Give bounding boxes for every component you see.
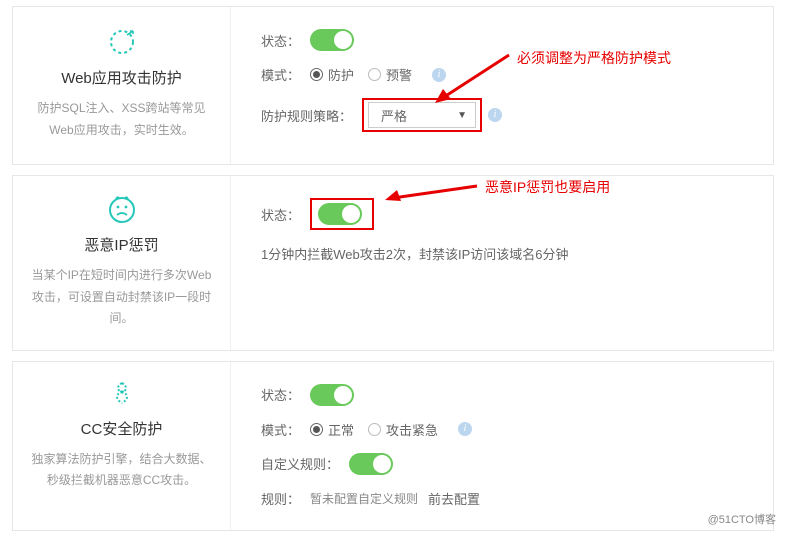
rule-select[interactable]: 严格 ▼ [368,102,476,128]
status-label: 状态： [261,31,300,50]
rule-select-value: 严格 [381,106,407,125]
rules-config-link[interactable]: 前去配置 [428,489,480,508]
rules-value: 暂未配置自定义规则 [310,490,418,507]
panel-left: 恶意IP惩罚 当某个IP在短时间内进行多次Web攻击，可设置自动封禁该IP一段时… [13,176,231,350]
panel-desc: 防护SQL注入、XSS跨站等常见Web应用攻击，实时生效。 [31,98,212,141]
status-label: 状态： [261,205,300,224]
panel-title: Web应用攻击防护 [31,67,212,88]
custom-label: 自定义规则： [261,454,339,473]
panel-cc-protect: CC安全防护 独家算法防护引擎，结合大数据、秒级拦截机器恶意CC攻击。 状态： … [12,361,774,531]
face-icon [31,194,212,226]
highlight-box [310,198,374,230]
ring-icon [31,25,212,59]
waves-icon [31,380,212,410]
custom-toggle[interactable] [349,453,393,475]
mode-label: 模式： [261,420,300,439]
panel-right: 状态： 1分钟内拦截Web攻击2次，封禁该IP访问该域名6分钟 恶意IP惩罚也要… [231,176,773,350]
status-label: 状态： [261,385,300,404]
info-icon[interactable]: i [458,422,472,436]
panel-ip-penalty: 恶意IP惩罚 当某个IP在短时间内进行多次Web攻击，可设置自动封禁该IP一段时… [12,175,774,351]
panel-title: CC安全防护 [31,418,212,439]
panel-desc: 当某个IP在短时间内进行多次Web攻击，可设置自动封禁该IP一段时间。 [31,265,212,330]
info-icon[interactable]: i [488,108,502,122]
watermark: @51CTO博客 [708,511,776,527]
rule-label: 防护规则策略： [261,106,352,125]
status-toggle[interactable] [310,29,354,51]
mode-label: 模式： [261,65,300,84]
mode-radio-protect[interactable]: 防护 [310,65,354,84]
mode-radio-emergency[interactable]: 攻击紧急 [368,420,438,439]
panel-title: 恶意IP惩罚 [31,234,212,255]
panel-right: 状态： 模式： 防护 预警 i 防护规则策略： 严格 ▼ i [231,7,773,164]
mode-radio-normal[interactable]: 正常 [310,420,354,439]
mode-radio-warn[interactable]: 预警 [368,65,412,84]
highlight-box: 严格 ▼ [362,98,482,132]
panel-left: Web应用攻击防护 防护SQL注入、XSS跨站等常见Web应用攻击，实时生效。 [13,7,231,164]
rules-label: 规则： [261,489,300,508]
panel-right: 状态： 模式： 正常 攻击紧急 i 自定义规则： 规则： 暂未配置自定义规则 前… [231,362,773,530]
status-toggle[interactable] [318,203,362,225]
status-toggle[interactable] [310,384,354,406]
info-icon[interactable]: i [432,68,446,82]
chevron-down-icon: ▼ [457,110,467,121]
panel-desc: 独家算法防护引擎，结合大数据、秒级拦截机器恶意CC攻击。 [31,449,212,492]
panel-left: CC安全防护 独家算法防护引擎，结合大数据、秒级拦截机器恶意CC攻击。 [13,362,231,530]
rule-description: 1分钟内拦截Web攻击2次，封禁该IP访问该域名6分钟 [261,244,568,263]
panel-web-attack: Web应用攻击防护 防护SQL注入、XSS跨站等常见Web应用攻击，实时生效。 … [12,6,774,165]
